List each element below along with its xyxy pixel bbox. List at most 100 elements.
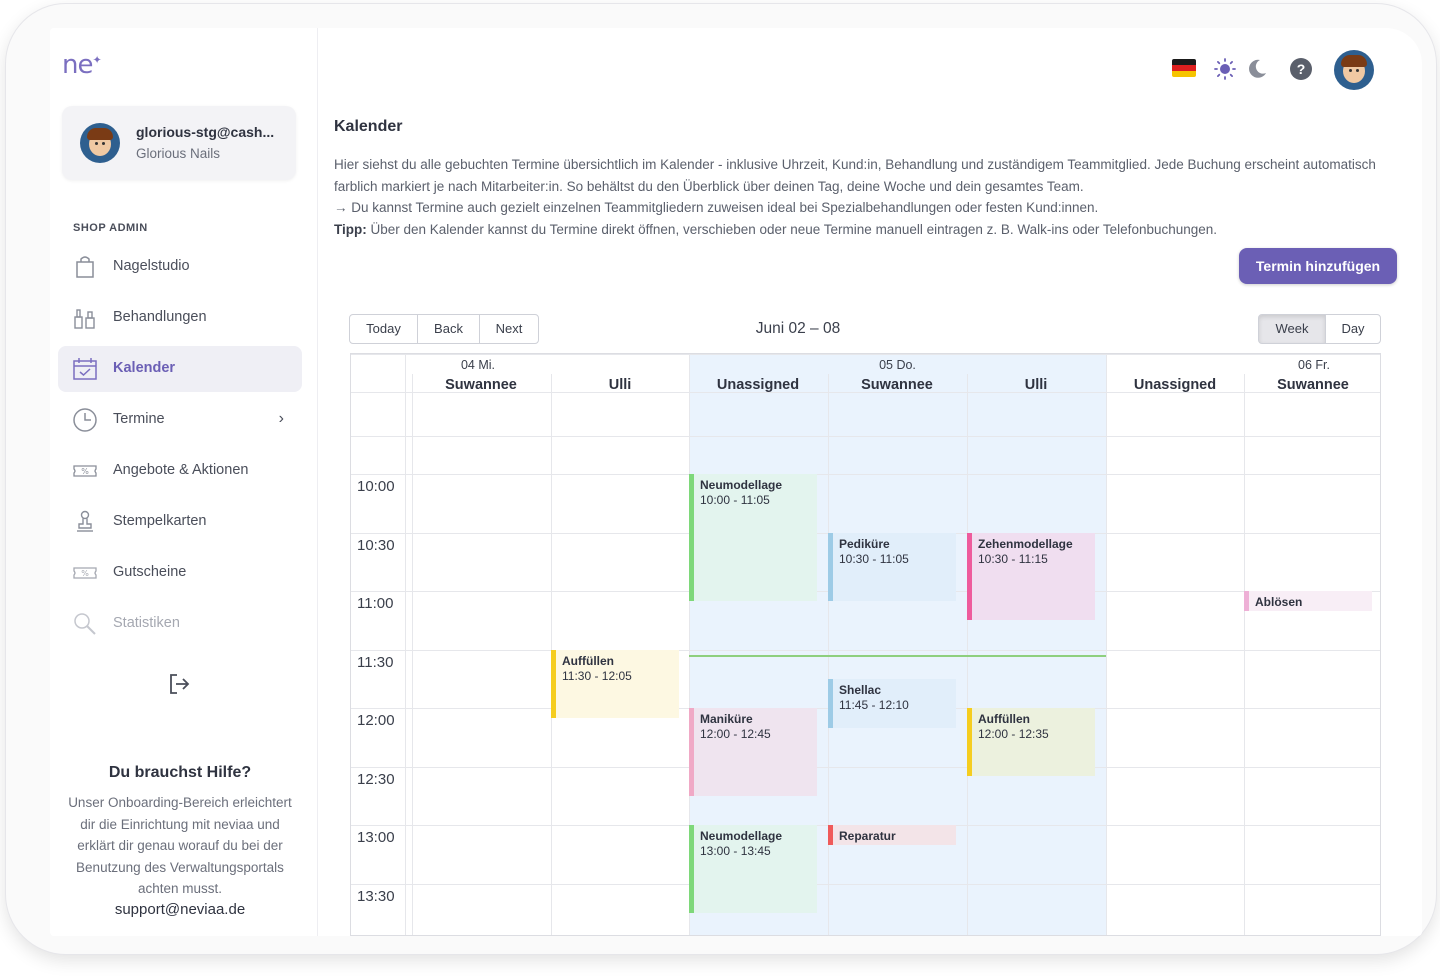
page-description: Hier siehst du alle gebuchten Termine üb… <box>334 154 1394 241</box>
sidebar-item-termine[interactable]: Termine › <box>58 397 302 443</box>
german-flag-icon[interactable] <box>1172 59 1196 77</box>
grid-row-line <box>351 766 1380 768</box>
calendar-event[interactable]: Auffüllen 11:30 - 12:05 <box>551 649 679 718</box>
day-view-button[interactable]: Day <box>1325 314 1381 344</box>
voucher-icon: % <box>73 567 97 579</box>
sidebar-item-label: Statistiken <box>113 615 180 631</box>
calendar-event[interactable]: Maniküre 12:00 - 12:45 <box>689 708 817 796</box>
event-title: Maniküre <box>700 712 753 726</box>
back-button[interactable]: Back <box>417 314 480 344</box>
app-screen: ne✦ glorious-stg@cash... Glorious Nails … <box>50 28 1422 936</box>
app-logo[interactable]: ne✦ <box>62 50 102 80</box>
resource-header: Ulli <box>608 377 632 393</box>
time-slot-label: 12:00 <box>357 712 395 729</box>
event-title: Neumodellage <box>700 829 783 843</box>
time-slot-label: 12:30 <box>357 770 395 788</box>
description-paragraph: Hier siehst du alle gebuchten Termine üb… <box>334 157 1376 194</box>
avatar <box>80 123 120 163</box>
calendar-event[interactable]: Zehenmodellage 10:30 - 11:15 <box>967 532 1095 621</box>
calendar-event[interactable]: Neumodellage 10:00 - 11:05 <box>689 474 817 601</box>
resource-header: Ulli <box>1024 377 1048 393</box>
page-title: Kalender <box>334 118 403 135</box>
time-slot-label: 11:00 <box>357 595 394 612</box>
resource-header: Suwannee <box>445 377 517 393</box>
resource-header: Unassigned <box>716 377 800 393</box>
calendar-event[interactable]: Pediküre 10:30 - 11:05 <box>828 532 956 601</box>
moon-icon[interactable] <box>1246 58 1268 80</box>
current-time-indicator <box>689 655 1106 657</box>
logo-text: ne <box>62 50 94 80</box>
percent-ticket-icon: % <box>73 465 97 477</box>
sun-icon[interactable] <box>1214 58 1236 80</box>
next-button[interactable]: Next <box>479 314 539 344</box>
sidebar-item-gutscheine[interactable]: % Gutscheine <box>58 550 302 596</box>
sidebar-item-label: Termine <box>113 411 165 427</box>
grid-row-line <box>351 883 1380 885</box>
event-title: Auffüllen <box>562 653 614 668</box>
date-range-label: Juni 02 – 08 <box>755 320 841 337</box>
magnifier-icon <box>74 613 96 635</box>
stamp-icon <box>77 510 93 532</box>
event-time: 12:00 - 12:35 <box>978 727 1049 741</box>
chevron-right-icon: › <box>278 410 284 427</box>
calendar-event[interactable]: Shellac 11:45 - 12:10 <box>828 678 956 728</box>
calendar-event[interactable]: Reparatur <box>828 825 956 845</box>
event-title: Ablösen <box>1255 595 1303 609</box>
event-time: 10:30 - 11:15 <box>978 551 1048 566</box>
user-card[interactable]: glorious-stg@cash... Glorious Nails <box>62 106 296 180</box>
sidebar-item-statistiken[interactable]: Statistiken <box>58 601 302 647</box>
time-slot-label: 13:30 <box>357 887 395 905</box>
sidebar-item-label: Angebote & Aktionen <box>113 462 249 478</box>
help-icon[interactable]: ? <box>1290 58 1312 80</box>
calendar-event[interactable]: Auffüllen 12:00 - 12:35 <box>967 708 1095 777</box>
sidebar-item-stempelkarten[interactable]: Stempelkarten <box>58 499 302 545</box>
calendar-grid[interactable]: 04 Mi. 05 Do. 06 Fr. Suwannee Ulli Unassig… <box>350 353 1381 936</box>
user-shop-name: Glorious Nails <box>136 146 221 161</box>
svg-text:%: % <box>81 569 89 578</box>
today-button[interactable]: Today <box>349 314 418 344</box>
sidebar-item-kalender[interactable]: Kalender <box>58 346 302 392</box>
date-header: 04 Mi. <box>460 358 496 372</box>
event-title: Neumodellage <box>700 478 783 492</box>
help-title: Du brauchst Hilfe? <box>108 764 252 781</box>
sidebar-item-label: Kalender <box>113 360 176 376</box>
event-time: 11:45 - 12:10 <box>839 697 909 712</box>
section-label-shop-admin: SHOP ADMIN <box>73 222 148 234</box>
week-view-button[interactable]: Week <box>1258 314 1326 344</box>
sidebar: ne✦ glorious-stg@cash... Glorious Nails … <box>50 28 318 936</box>
calendar-event[interactable]: Neumodellage 13:00 - 13:45 <box>689 825 817 913</box>
time-slot-label: 13:00 <box>357 829 395 846</box>
event-time: 12:00 - 12:45 <box>700 727 771 741</box>
event-time: 11:30 - 12:05 <box>562 668 632 683</box>
sidebar-item-label: Stempelkarten <box>113 513 207 529</box>
grid-column-line <box>412 374 413 935</box>
logout-icon[interactable] <box>167 672 191 696</box>
sidebar-item-label: Gutscheine <box>113 564 187 580</box>
tip-label: Tipp: <box>334 222 367 238</box>
nail-polish-icon <box>74 309 95 329</box>
description-hint: → Du kannst Termine auch gezielt einzeln… <box>334 200 1099 216</box>
time-slot-label: 11:30 <box>357 653 394 671</box>
sidebar-item-angebote[interactable]: % Angebote & Aktionen <box>58 448 302 494</box>
device-frame: ne✦ glorious-stg@cash... Glorious Nails … <box>6 4 1436 954</box>
calendar-check-icon <box>73 358 97 380</box>
profile-avatar[interactable] <box>1334 50 1374 90</box>
clock-icon <box>73 408 97 432</box>
date-header: 06 Fr. <box>1298 358 1330 372</box>
user-email: glorious-stg@cash... <box>136 124 275 140</box>
logo-sparkle-icon: ✦ <box>92 53 101 67</box>
event-title: Pediküre <box>839 536 890 551</box>
time-slot-label: 10:00 <box>357 478 395 495</box>
grid-row-line <box>351 436 1380 437</box>
event-title: Shellac <box>839 682 882 697</box>
add-appointment-button[interactable]: Termin hinzufügen <box>1239 248 1397 284</box>
sidebar-item-nagelstudio[interactable]: Nagelstudio <box>58 244 302 290</box>
sidebar-item-behandlungen[interactable]: Behandlungen <box>58 295 302 341</box>
support-email-link[interactable]: support@neviaa.de <box>50 901 310 918</box>
shopping-bag-icon <box>76 256 94 278</box>
grid-row-line <box>351 354 1380 355</box>
event-title: Zehenmodellage <box>978 536 1073 551</box>
resource-header: Suwannee <box>861 377 933 393</box>
calendar-event[interactable]: Ablösen <box>1244 591 1372 611</box>
description-tip: Tipp: Über den Kalender kannst du Termin… <box>334 219 1394 241</box>
